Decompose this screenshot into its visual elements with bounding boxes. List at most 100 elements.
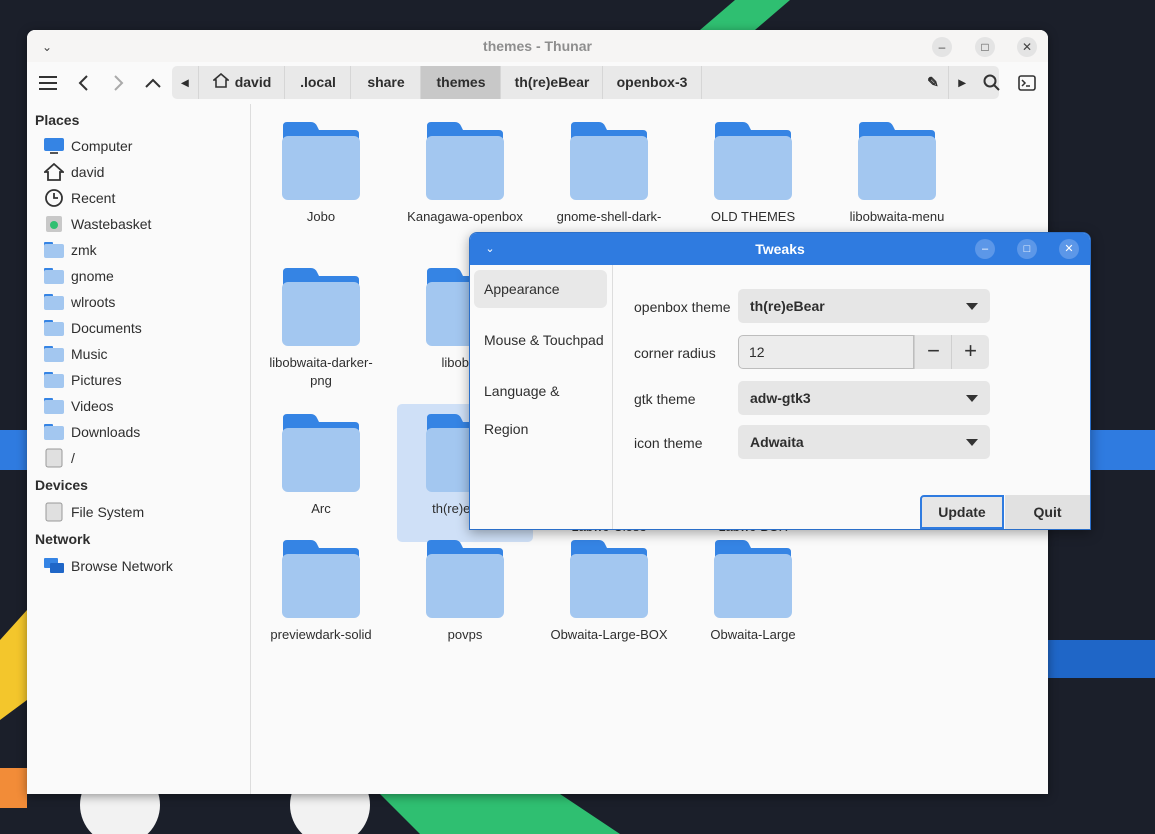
sidebar-item-recent[interactable]: Recent <box>43 186 115 210</box>
downloads-folder-icon <box>43 423 65 441</box>
file-item[interactable]: Arc <box>253 412 389 518</box>
folder-icon <box>282 122 360 200</box>
music-folder-icon <box>43 345 65 363</box>
folder-icon <box>570 122 648 200</box>
folder-icon <box>714 122 792 200</box>
corner-radius-input[interactable]: 12 <box>738 335 914 369</box>
tweaks-titlebar: ⌄ Tweaks – □ ✕ <box>470 233 1090 265</box>
dropdown-arrow-icon <box>966 439 978 446</box>
folder-icon <box>570 540 648 618</box>
search-icon[interactable] <box>977 65 1007 101</box>
folder-icon <box>714 540 792 618</box>
sidebar-item-gnome[interactable]: gnome <box>43 264 114 288</box>
breadcrumb-left-icon[interactable]: ◂ <box>172 66 198 99</box>
file-name: OLD THEMES <box>710 209 796 224</box>
back-icon[interactable] <box>69 65 99 101</box>
file-name: Obwaita-Large <box>710 627 796 642</box>
drive-icon <box>43 448 65 468</box>
file-name: Kanagawa-openbox <box>407 209 523 224</box>
folder-icon <box>858 122 936 200</box>
nav-language-region[interactable]: Language & Region <box>474 372 607 437</box>
file-item[interactable]: Jobo <box>253 120 389 226</box>
terminal-icon[interactable] <box>1012 65 1042 101</box>
maximize-button[interactable]: □ <box>1017 239 1037 259</box>
trash-icon <box>43 215 65 233</box>
titlebar: ⌄ themes - Thunar – □ ✕ <box>27 30 1048 62</box>
forward-icon[interactable] <box>103 65 133 101</box>
places-header: Places <box>35 112 80 128</box>
sidebar-item-david[interactable]: david <box>43 160 104 184</box>
folder-icon <box>43 293 65 311</box>
file-item[interactable]: Obwaita-Large-BOX <box>541 538 677 644</box>
sidebar-item-wastebasket[interactable]: Wastebasket <box>43 212 151 236</box>
sidebar-item-videos[interactable]: Videos <box>43 394 114 418</box>
folder-icon <box>282 540 360 618</box>
computer-icon <box>43 137 65 155</box>
file-item[interactable]: libobwaita-menu <box>829 120 965 226</box>
folder-icon <box>426 122 504 200</box>
folder-icon <box>282 414 360 492</box>
file-item[interactable]: povps <box>397 538 533 644</box>
minimize-button[interactable]: – <box>932 37 952 57</box>
file-item[interactable]: libobwaita-darker-png <box>253 266 389 390</box>
file-item[interactable]: Obwaita-Large <box>685 538 821 644</box>
sidebar-item-browse-network[interactable]: Browse Network <box>43 554 173 578</box>
crumb-openbox-3[interactable]: openbox-3 <box>602 66 702 99</box>
network-icon <box>43 557 65 575</box>
crumb-local[interactable]: .local <box>284 66 351 99</box>
file-item[interactable]: OLD THEMES <box>685 120 821 226</box>
file-name: libobwaita-menu <box>849 209 945 224</box>
decrement-button[interactable]: − <box>914 335 952 369</box>
crumb-david[interactable]: david <box>198 66 285 99</box>
home-icon <box>211 67 230 99</box>
file-item[interactable]: Kanagawa-openbox <box>397 120 533 226</box>
devices-header: Devices <box>35 477 88 493</box>
folder-icon <box>43 241 65 259</box>
sidebar-item-root[interactable]: / <box>43 446 75 470</box>
documents-folder-icon <box>43 319 65 337</box>
drive-icon <box>43 502 65 522</box>
icon-theme-select[interactable]: Adwaita <box>738 425 990 459</box>
tweaks-title: Tweaks <box>755 241 805 257</box>
nav-appearance[interactable]: Appearance <box>474 270 607 308</box>
crumb-share[interactable]: share <box>350 66 421 99</box>
sidebar-item-file-system[interactable]: File System <box>43 500 144 524</box>
sidebar-item-music[interactable]: Music <box>43 342 108 366</box>
update-button[interactable]: Update <box>920 495 1004 529</box>
menu-icon[interactable] <box>33 65 63 101</box>
sidebar-item-zmk[interactable]: zmk <box>43 238 97 262</box>
icon-theme-label: icon theme <box>634 435 703 451</box>
sidebar-item-wlroots[interactable]: wlroots <box>43 290 115 314</box>
sidebar-item-computer[interactable]: Computer <box>43 134 132 158</box>
increment-button[interactable]: + <box>951 335 989 369</box>
breadcrumb-right-icon[interactable]: ▸ <box>948 66 975 99</box>
file-name-line2: png <box>310 373 332 388</box>
crumb-threebear[interactable]: th(re)eBear <box>500 66 603 99</box>
sidebar-item-downloads[interactable]: Downloads <box>43 420 140 444</box>
sidebar-item-documents[interactable]: Documents <box>43 316 142 340</box>
file-name: previewdark-solid <box>270 627 372 642</box>
gtk-theme-select[interactable]: adw-gtk3 <box>738 381 990 415</box>
network-header: Network <box>35 531 91 547</box>
sidebar-item-pictures[interactable]: Pictures <box>43 368 122 392</box>
openbox-theme-select[interactable]: th(re)eBear <box>738 289 990 323</box>
minimize-button[interactable]: – <box>975 239 995 259</box>
quit-button[interactable]: Quit <box>1005 495 1090 529</box>
crumb-themes[interactable]: themes <box>420 66 501 99</box>
home-icon <box>43 163 65 181</box>
nav-mouse-touchpad[interactable]: Mouse & Touchpad <box>474 321 607 359</box>
maximize-button[interactable]: □ <box>975 37 995 57</box>
file-item[interactable]: previewdark-solid <box>253 538 389 644</box>
file-item[interactable]: gnome-shell-dark- <box>541 120 677 226</box>
videos-folder-icon <box>43 397 65 415</box>
close-button[interactable]: ✕ <box>1017 37 1037 57</box>
pictures-folder-icon <box>43 371 65 389</box>
dropdown-arrow-icon <box>966 303 978 310</box>
gtk-theme-label: gtk theme <box>634 391 696 407</box>
up-icon[interactable] <box>138 65 168 101</box>
edit-location-icon[interactable]: ✎ <box>918 66 948 99</box>
tweaks-window: ⌄ Tweaks – □ ✕ Appearance Mouse & Touchp… <box>469 232 1091 530</box>
file-name: libobwaita-darker- <box>269 355 373 370</box>
folder-icon <box>282 268 360 346</box>
close-button[interactable]: ✕ <box>1059 239 1079 259</box>
